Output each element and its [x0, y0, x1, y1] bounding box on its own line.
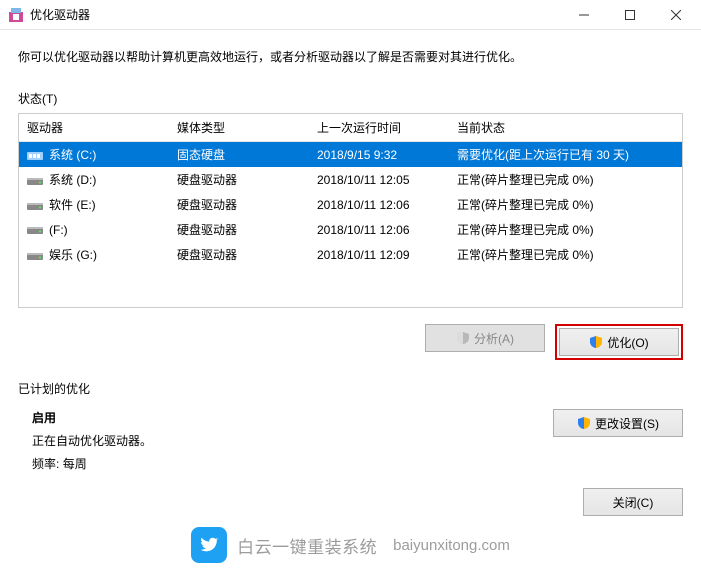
- watermark-text: 白云一键重装系统: [237, 533, 377, 558]
- watermark-url: baiyunxitong.com: [393, 537, 510, 554]
- schedule-section: 已计划的优化 启用 正在自动优化驱动器。 频率: 每周 更改设置(S): [18, 380, 683, 478]
- status-section-label: 状态(T): [18, 90, 683, 107]
- optimize-highlight: 优化(O): [555, 324, 683, 360]
- footer: 关闭(C): [0, 488, 701, 528]
- drive-icon: [27, 200, 43, 212]
- drive-icon: [27, 175, 43, 187]
- analyze-button: 分析(A): [425, 324, 545, 352]
- drive-list[interactable]: 驱动器 媒体类型 上一次运行时间 当前状态 系统 (C:)固态硬盘2018/9/…: [18, 113, 683, 308]
- drive-icon: [27, 250, 43, 262]
- col-drive[interactable]: 驱动器: [19, 114, 169, 142]
- watermark-logo-icon: [191, 527, 227, 563]
- maximize-button[interactable]: [607, 0, 653, 30]
- window-controls: [561, 0, 699, 30]
- table-row[interactable]: 娱乐 (G:)硬盘驱动器2018/10/11 12:09正常(碎片整理已完成 0…: [19, 242, 682, 267]
- shield-icon: [589, 335, 603, 349]
- change-settings-label: 更改设置(S): [595, 415, 659, 432]
- table-row[interactable]: 系统 (C:)固态硬盘2018/9/15 9:32需要优化(距上次运行已有 30…: [19, 142, 682, 168]
- close-button[interactable]: [653, 0, 699, 30]
- col-media-type[interactable]: 媒体类型: [169, 114, 309, 142]
- content-area: 你可以优化驱动器以帮助计算机更高效地运行，或者分析驱动器以了解是否需要对其进行优…: [0, 30, 701, 488]
- optimize-button[interactable]: 优化(O): [559, 328, 679, 356]
- shield-icon: [577, 416, 591, 430]
- column-headers[interactable]: 驱动器 媒体类型 上一次运行时间 当前状态: [19, 114, 682, 142]
- titlebar: 优化驱动器: [0, 0, 701, 30]
- schedule-enabled-label: 启用: [32, 409, 553, 426]
- drive-icon: [27, 224, 43, 236]
- schedule-section-label: 已计划的优化: [18, 380, 683, 397]
- table-row[interactable]: (F:)硬盘驱动器2018/10/11 12:06正常(碎片整理已完成 0%): [19, 217, 682, 242]
- description-text: 你可以优化驱动器以帮助计算机更高效地运行，或者分析驱动器以了解是否需要对其进行优…: [18, 48, 683, 66]
- optimize-label: 优化(O): [607, 334, 648, 351]
- change-settings-button[interactable]: 更改设置(S): [553, 409, 683, 437]
- schedule-status-text: 正在自动优化驱动器。: [32, 432, 553, 449]
- watermark: 白云一键重装系统 baiyunxitong.com: [0, 527, 701, 563]
- table-row[interactable]: 软件 (E:)硬盘驱动器2018/10/11 12:06正常(碎片整理已完成 0…: [19, 192, 682, 217]
- table-row[interactable]: 系统 (D:)硬盘驱动器2018/10/11 12:05正常(碎片整理已完成 0…: [19, 167, 682, 192]
- app-icon: [8, 7, 24, 23]
- shield-icon: [456, 331, 470, 345]
- schedule-frequency: 频率: 每周: [32, 455, 553, 472]
- action-buttons: 分析(A) 优化(O): [18, 308, 683, 374]
- drive-icon: [27, 150, 43, 162]
- close-dialog-button[interactable]: 关闭(C): [583, 488, 683, 516]
- col-last-run[interactable]: 上一次运行时间: [309, 114, 449, 142]
- window-title: 优化驱动器: [30, 6, 561, 23]
- col-current-status[interactable]: 当前状态: [449, 114, 682, 142]
- analyze-label: 分析(A): [474, 330, 514, 347]
- minimize-button[interactable]: [561, 0, 607, 30]
